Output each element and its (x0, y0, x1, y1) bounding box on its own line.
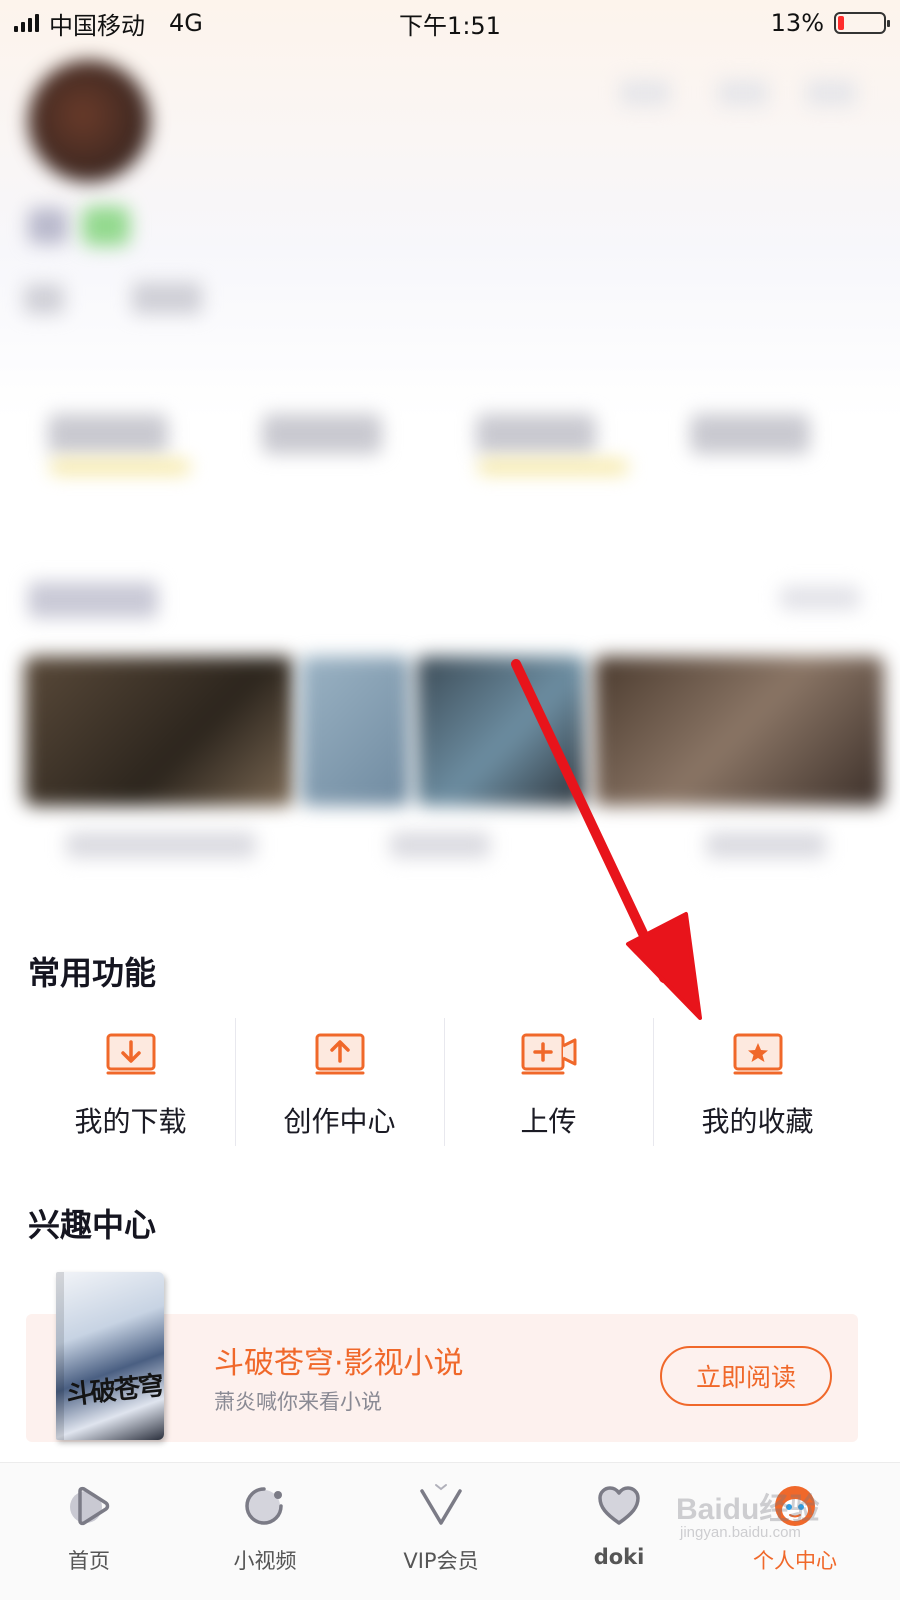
blurred-watch-history (0, 560, 900, 880)
quick-entry[interactable] (48, 414, 168, 454)
book-cover-title: 斗破苍穹 (64, 1371, 164, 1411)
baidu-watermark-url: jingyan.baidu.com (680, 1524, 801, 1541)
short-video-icon (245, 1487, 283, 1525)
history-caption (706, 832, 826, 858)
tab-label: 小视频 (233, 1549, 297, 1573)
history-more-link[interactable] (780, 586, 860, 610)
history-thumbnail[interactable] (416, 656, 586, 806)
quick-entry-bar (478, 460, 628, 474)
vip-badge (82, 206, 130, 246)
common-functions-title: 常用功能 (28, 954, 157, 992)
header-icon[interactable] (806, 80, 856, 106)
blurred-profile-header (0, 0, 900, 560)
tab-short-video[interactable]: 小视频 (190, 1463, 340, 1600)
carrier-name: 中国移动 (49, 11, 145, 40)
read-now-button[interactable]: 立即阅读 (660, 1346, 832, 1406)
tab-label: 个人中心 (753, 1549, 837, 1573)
download-icon (106, 1033, 155, 1075)
level-badge (28, 208, 68, 244)
quick-entry[interactable] (262, 414, 382, 454)
func-label: 创作中心 (283, 1105, 396, 1138)
status-bar: 中国移动 4G 下午1:51 13% (0, 0, 900, 46)
promo-title: 斗破苍穹·影视小说 (214, 1346, 464, 1381)
history-caption (390, 832, 490, 858)
history-thumbnail[interactable] (594, 656, 884, 806)
history-thumbnail[interactable] (24, 656, 294, 806)
battery-percent: 13% (770, 9, 824, 37)
signal-icon (14, 14, 39, 32)
video-add-icon (521, 1033, 576, 1075)
tab-vip[interactable]: VIP会员 (366, 1463, 516, 1600)
my-favorites-button[interactable]: 我的收藏 (653, 1018, 862, 1148)
battery-icon (834, 12, 890, 34)
user-avatar[interactable] (28, 60, 150, 182)
vip-icon (420, 1484, 462, 1525)
quick-entry[interactable] (690, 414, 810, 454)
common-functions-grid: 我的下载 创作中心 上传 我的收藏 (26, 1018, 862, 1148)
header-icon[interactable] (620, 80, 670, 106)
promo-subtitle: 萧炎喊你来看小说 (214, 1390, 382, 1414)
func-label: 我的收藏 (701, 1105, 814, 1138)
tab-label: doki (593, 1545, 645, 1569)
creator-center-button[interactable]: 创作中心 (235, 1018, 444, 1148)
func-label: 上传 (520, 1105, 577, 1138)
tab-label: VIP会员 (403, 1549, 479, 1573)
func-label: 我的下载 (74, 1105, 187, 1138)
doki-heart-icon (598, 1486, 640, 1525)
upload-icon (315, 1033, 364, 1075)
my-downloads-button[interactable]: 我的下载 (26, 1018, 235, 1148)
stat-item[interactable] (132, 282, 202, 314)
network-type: 4G (169, 9, 203, 37)
history-thumbnail[interactable] (300, 656, 410, 806)
history-title (28, 582, 158, 618)
upload-button[interactable]: 上传 (444, 1018, 653, 1148)
status-left: 中国移动 4G (14, 6, 203, 41)
tab-label: 首页 (68, 1549, 110, 1573)
history-caption (66, 832, 256, 858)
favorite-star-icon (733, 1033, 782, 1075)
book-cover-image[interactable]: 斗破苍穹 (56, 1272, 164, 1440)
battery-fill (838, 16, 844, 30)
header-icon[interactable] (718, 80, 768, 106)
tab-home[interactable]: 首页 (14, 1463, 164, 1600)
quick-entry[interactable] (476, 414, 596, 454)
quick-entry-bar (50, 460, 190, 474)
status-right: 13% (770, 9, 890, 37)
baidu-watermark: Baidu经验 (676, 1493, 820, 1526)
tab-doki[interactable]: doki (544, 1463, 694, 1600)
interest-center-title: 兴趣中心 (28, 1206, 157, 1244)
stat-item[interactable] (24, 284, 64, 314)
home-play-icon (70, 1486, 110, 1526)
